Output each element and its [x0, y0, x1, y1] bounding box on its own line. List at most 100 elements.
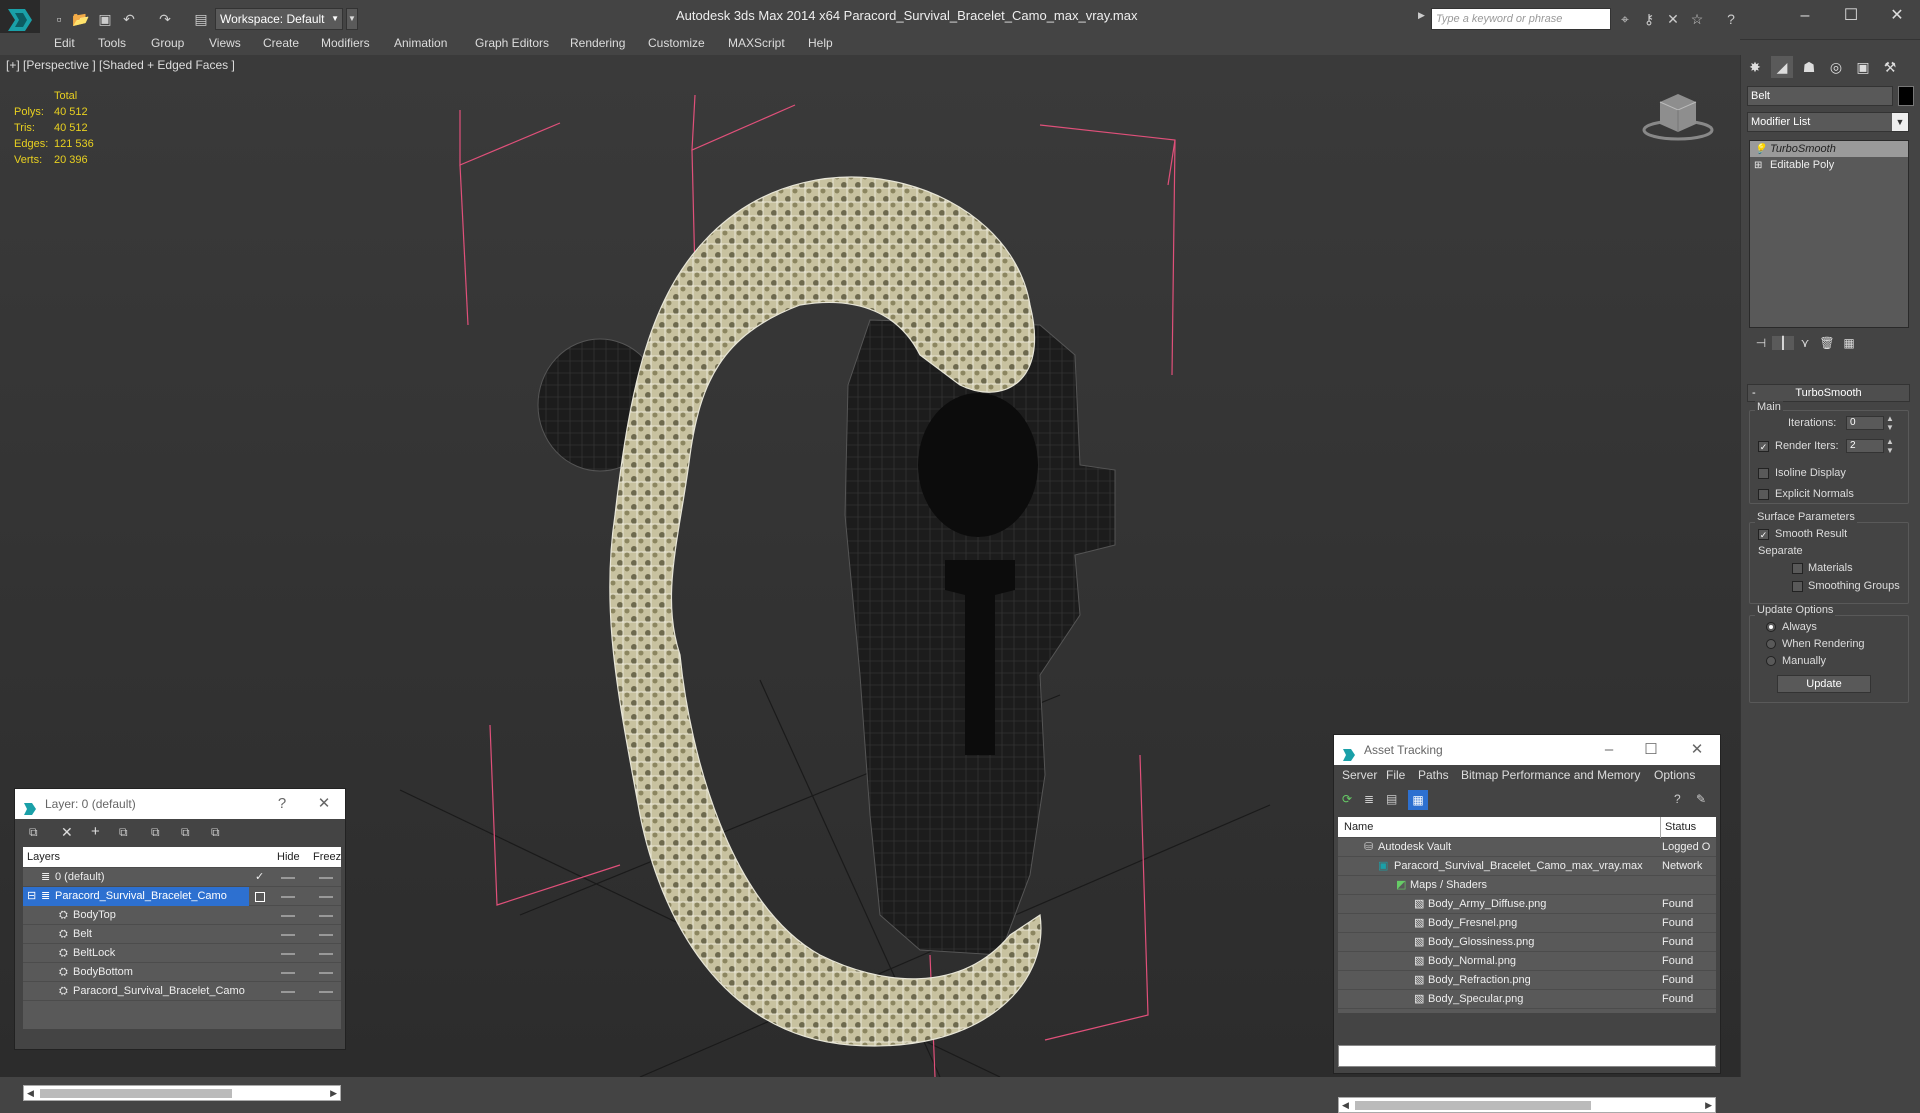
- set-active-box[interactable]: [255, 892, 265, 902]
- menu-tools[interactable]: Tools: [98, 33, 126, 55]
- redo-icon[interactable]: ↷: [156, 10, 174, 28]
- scroll-thumb[interactable]: [1355, 1101, 1591, 1110]
- menu-help[interactable]: Help: [808, 33, 833, 55]
- select-objects-icon[interactable]: ⧉: [119, 825, 128, 840]
- spinner-arrows-icon[interactable]: ▲ ▼: [1886, 437, 1894, 455]
- stack-item-editable-poly[interactable]: ⊞ Editable Poly: [1750, 157, 1908, 173]
- asset-menu-server[interactable]: Server: [1342, 768, 1377, 782]
- freeze-toggle[interactable]: [319, 934, 333, 936]
- when-rendering-radio[interactable]: [1766, 639, 1776, 649]
- freeze-toggle[interactable]: [319, 953, 333, 955]
- motion-tab-icon[interactable]: ◎: [1825, 56, 1847, 78]
- menu-maxscript[interactable]: MAXScript: [728, 33, 785, 55]
- scroll-thumb[interactable]: [40, 1089, 232, 1098]
- object-name-field[interactable]: Belt: [1747, 86, 1893, 106]
- asset-menu-file[interactable]: File: [1386, 768, 1405, 782]
- asset-path-field[interactable]: [1338, 1045, 1716, 1067]
- list-view-icon[interactable]: ≣: [1364, 792, 1374, 806]
- asset-menu-bitmap-performance[interactable]: Bitmap Performance and Memory: [1461, 768, 1640, 782]
- hide-toggle[interactable]: [281, 915, 295, 917]
- column-header-layers[interactable]: Layers: [27, 847, 60, 868]
- asset-row[interactable]: ▣ Paracord_Survival_Bracelet_Camo_max_vra…: [1338, 857, 1716, 876]
- layer-row[interactable]: ⛭ BeltLock: [23, 944, 341, 963]
- layer-row[interactable]: ⛭ Belt: [23, 925, 341, 944]
- minimize-button[interactable]: –: [1782, 0, 1828, 32]
- lightbulb-icon[interactable]: 💡: [1754, 142, 1766, 158]
- maximize-button[interactable]: ☐: [1828, 0, 1874, 32]
- menu-group[interactable]: Group: [151, 33, 184, 55]
- layer-row[interactable]: ⊟ ≣ Paracord_Survival_Bracelet_Camo: [23, 887, 341, 906]
- maximize-button[interactable]: ☐: [1636, 735, 1666, 765]
- materials-checkbox[interactable]: [1792, 563, 1803, 574]
- hide-toggle[interactable]: [281, 991, 295, 993]
- asset-row[interactable]: ▧ Body_Refraction.png Found: [1338, 971, 1716, 990]
- hide-toggle[interactable]: [281, 896, 295, 898]
- horizontal-scrollbar[interactable]: ◀ ▶: [1338, 1097, 1716, 1113]
- freeze-toggle[interactable]: [319, 915, 333, 917]
- stack-item-turbosmooth[interactable]: 💡 TurboSmooth: [1750, 141, 1908, 157]
- hide-toggle[interactable]: [281, 972, 295, 974]
- expand-icon[interactable]: ⊞: [1754, 158, 1762, 174]
- asset-row[interactable]: ▧ Body_Specular.png Found: [1338, 990, 1716, 1009]
- utilities-tab-icon[interactable]: ⚒: [1879, 56, 1901, 78]
- asset-row[interactable]: ▧ Body_Glossiness.png Found: [1338, 933, 1716, 952]
- render-iters-checkbox[interactable]: ✓: [1758, 441, 1769, 452]
- add-to-layer-icon[interactable]: +: [91, 823, 100, 840]
- workspace-dropdown[interactable]: Workspace: Default ▼: [215, 8, 343, 30]
- search-input[interactable]: Type a keyword or phrase: [1431, 8, 1611, 30]
- freeze-all-icon[interactable]: ⧉: [211, 825, 220, 840]
- smooth-result-checkbox[interactable]: ✓: [1758, 529, 1769, 540]
- open-file-icon[interactable]: 📂: [72, 10, 90, 28]
- horizontal-scrollbar[interactable]: ◀ ▶: [23, 1085, 341, 1101]
- render-iters-spinner[interactable]: 2: [1846, 439, 1884, 453]
- asset-row[interactable]: ▧ Body_Fresnel.png Found: [1338, 914, 1716, 933]
- asset-row[interactable]: ⛁ Autodesk Vault Logged O: [1338, 838, 1716, 857]
- freeze-toggle[interactable]: [319, 896, 333, 898]
- menu-modifiers[interactable]: Modifiers: [321, 33, 370, 55]
- menu-rendering[interactable]: Rendering: [570, 33, 625, 55]
- explicit-normals-checkbox[interactable]: [1758, 489, 1769, 500]
- hide-toggle[interactable]: [281, 953, 295, 955]
- layer-panel-titlebar[interactable]: Layer: 0 (default) ? ✕: [15, 789, 345, 819]
- favorites-star-icon[interactable]: ☆: [1688, 10, 1706, 28]
- freeze-toggle[interactable]: [319, 877, 333, 879]
- hide-all-icon[interactable]: ⧉: [181, 825, 190, 840]
- scroll-left-icon[interactable]: ◀: [1342, 1098, 1349, 1112]
- close-button[interactable]: ✕: [1682, 735, 1712, 765]
- close-button[interactable]: ✕: [1874, 0, 1920, 32]
- highlight-layer-icon[interactable]: ⧉: [151, 825, 160, 840]
- modify-tab-icon[interactable]: ◢: [1771, 56, 1793, 78]
- help-button[interactable]: ?: [267, 789, 297, 819]
- freeze-toggle[interactable]: [319, 972, 333, 974]
- asset-row[interactable]: ◩ Maps / Shaders: [1338, 876, 1716, 895]
- object-color-swatch[interactable]: [1898, 86, 1914, 106]
- layer-row[interactable]: ⛭ BodyBottom: [23, 963, 341, 982]
- asset-row[interactable]: ▧ Body_Army_Diffuse.png Found: [1338, 895, 1716, 914]
- scroll-left-icon[interactable]: ◀: [27, 1086, 34, 1100]
- pin-stack-icon[interactable]: ⊣: [1750, 336, 1772, 350]
- menu-views[interactable]: Views: [209, 33, 241, 55]
- asset-panel-titlebar[interactable]: Asset Tracking – ☐ ✕: [1334, 735, 1720, 765]
- isoline-display-checkbox[interactable]: [1758, 468, 1769, 479]
- collapse-icon[interactable]: ⊟: [27, 887, 36, 906]
- viewcube-icon[interactable]: [1640, 88, 1716, 142]
- layer-row[interactable]: ⛭ Paracord_Survival_Bracelet_Camo: [23, 982, 341, 1001]
- key-icon[interactable]: ⚷: [1640, 10, 1658, 28]
- close-button[interactable]: ✕: [309, 789, 339, 819]
- modifier-list-dropdown[interactable]: Modifier List ▼: [1747, 112, 1909, 132]
- spinner-arrows-icon[interactable]: ▲ ▼: [1886, 414, 1894, 432]
- new-file-icon[interactable]: ▫: [50, 10, 68, 28]
- column-header-hide[interactable]: Hide: [277, 847, 300, 868]
- minimize-button[interactable]: –: [1594, 735, 1624, 765]
- hierarchy-tab-icon[interactable]: ☗: [1798, 56, 1820, 78]
- save-icon[interactable]: ▣: [96, 10, 114, 28]
- column-header-name[interactable]: Name: [1344, 817, 1373, 838]
- iterations-spinner[interactable]: 0: [1846, 416, 1884, 430]
- smoothing-groups-checkbox[interactable]: [1792, 581, 1803, 592]
- refresh-icon[interactable]: ⟳: [1342, 792, 1352, 806]
- menu-create[interactable]: Create: [263, 33, 299, 55]
- search-expand-icon[interactable]: ▶: [1418, 10, 1425, 21]
- help-icon[interactable]: ?: [1722, 10, 1740, 28]
- layer-row[interactable]: ⛭ BodyTop: [23, 906, 341, 925]
- always-radio[interactable]: [1766, 622, 1776, 632]
